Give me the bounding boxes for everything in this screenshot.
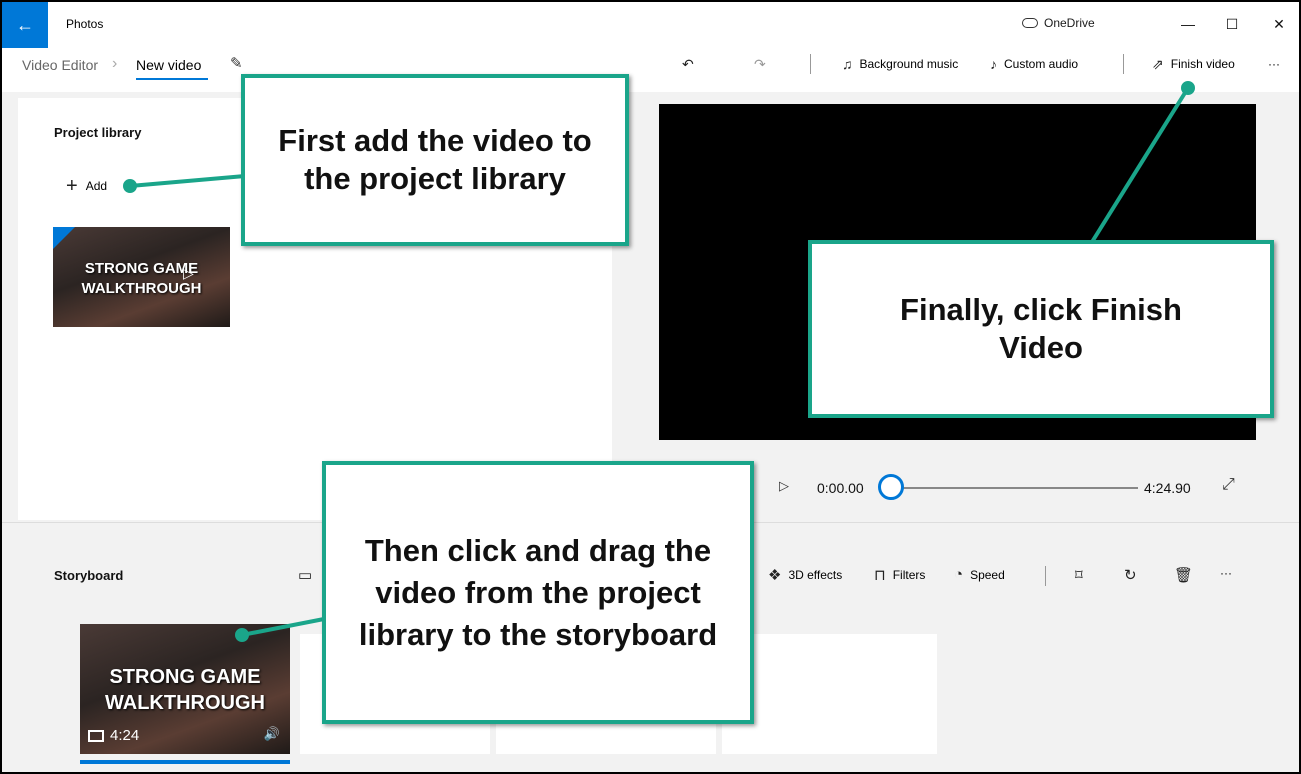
custom-audio-button[interactable]: ♪ Custom audio (990, 54, 1078, 74)
close-button[interactable]: ✕ (1264, 12, 1294, 36)
app-title: Photos (66, 17, 104, 31)
thumbnail-title-line1: STRONG GAME (84, 260, 199, 277)
redo-button[interactable]: ↷ (754, 54, 766, 74)
callout-drag-to-storyboard: Then click and drag the video from the p… (322, 461, 754, 724)
redo-icon: ↷ (754, 55, 766, 72)
back-arrow-icon: ← (16, 14, 34, 35)
breadcrumb-current: New video (136, 57, 202, 73)
seek-slider-handle[interactable] (878, 474, 904, 500)
current-time: 0:00.00 (817, 480, 864, 496)
volume-icon[interactable]: 🔊 (264, 726, 280, 742)
breadcrumb-separator: › (112, 55, 118, 72)
finish-video-button[interactable]: ⇗ Finish video (1152, 54, 1235, 74)
maximize-icon: ☐ (1225, 15, 1239, 32)
callout-drag-text: Then click and drag the video from the p… (358, 532, 718, 652)
storyboard-more-button[interactable]: ··· (1220, 566, 1232, 580)
breadcrumb-video-editor[interactable]: Video Editor (22, 57, 98, 73)
onedrive-button[interactable]: OneDrive (1022, 16, 1095, 30)
background-music-button[interactable]: ♫ Background music (842, 54, 958, 74)
speed-label: Speed (970, 567, 1005, 582)
more-options-button[interactable]: ··· (1268, 54, 1280, 74)
selected-corner-marker (53, 227, 75, 249)
3d-effects-label: 3D effects (788, 568, 843, 582)
plus-icon: + (66, 175, 78, 197)
clip-title-line1: STRONG GAME (109, 666, 261, 688)
clip-title-line2: WALKTHROUGH (105, 692, 265, 714)
film-icon (88, 729, 104, 742)
callout-add-to-library: First add the video to the project libra… (241, 74, 629, 246)
filters-button[interactable]: ⊓ Filters (874, 566, 925, 584)
more-icon: ··· (1268, 57, 1280, 71)
speed-icon: ◔ (954, 566, 964, 583)
speed-button[interactable]: ◔ Speed (954, 566, 1005, 583)
delete-button[interactable]: 🗑 (1174, 566, 1193, 584)
rotate-button[interactable]: ↻ (1124, 566, 1137, 584)
filters-icon: ⊓ (874, 567, 886, 584)
project-library-title: Project library (54, 125, 142, 140)
onedrive-label: OneDrive (1044, 16, 1095, 30)
photos-window: ← Photos OneDrive — ☐ ✕ Video Editor › N… (0, 0, 1301, 774)
storyboard-title: Storyboard (54, 568, 124, 583)
cloud-icon (1022, 18, 1038, 28)
toolbar-divider (810, 54, 811, 74)
title-card-icon: ▭ (298, 567, 313, 584)
music-note-icon: ♫ (842, 56, 853, 72)
library-video-thumbnail[interactable]: STRONG GAME WALKTHROUGH ▷ (53, 227, 230, 327)
crop-icon: ⌑ (1075, 567, 1083, 584)
add-button[interactable]: + Add (66, 175, 108, 197)
trash-icon: 🗑 (1174, 567, 1194, 584)
callout-finish-text: Finally, click Finish Video (900, 292, 1182, 365)
expand-icon[interactable]: ⤢ (1222, 476, 1235, 494)
add-label: Add (85, 179, 108, 193)
3d-effects-button[interactable]: ❖ 3D effects (768, 566, 842, 584)
storyboard-clip[interactable]: STRONG GAME WALKTHROUGH 4:24 🔊 (80, 624, 290, 754)
title-card-button[interactable]: ▭ (298, 566, 312, 584)
custom-audio-icon: ♪ (990, 56, 997, 72)
crop-button[interactable]: ⌑ (1075, 566, 1083, 584)
undo-icon: ↶ (682, 55, 694, 72)
rotate-icon: ↻ (1124, 567, 1137, 584)
breadcrumb-underline (136, 78, 208, 80)
clip-duration-label: 4:24 (110, 727, 140, 744)
close-icon: ✕ (1273, 15, 1285, 32)
callout-add-text: First add the video to the project libra… (278, 123, 592, 196)
clip-duration: 4:24 (88, 727, 139, 744)
pencil-icon[interactable]: ✎ (230, 54, 243, 72)
filters-label: Filters (892, 568, 926, 582)
minimize-button[interactable]: — (1173, 12, 1203, 36)
background-music-label: Background music (859, 57, 959, 71)
title-bar: ← Photos OneDrive — ☐ ✕ (2, 2, 1299, 48)
custom-audio-label: Custom audio (1004, 57, 1079, 71)
maximize-button[interactable]: ☐ (1217, 12, 1247, 36)
minimize-icon: — (1181, 16, 1195, 32)
toolbar-divider (1123, 54, 1124, 74)
seek-track[interactable] (890, 487, 1138, 489)
storyboard-empty-slot[interactable] (722, 634, 937, 754)
finish-video-label: Finish video (1170, 57, 1235, 71)
share-export-icon: ⇗ (1152, 55, 1164, 72)
callout-finish-video: Finally, click Finish Video (808, 240, 1274, 418)
back-button[interactable]: ← (2, 2, 48, 48)
more-icon: ··· (1220, 566, 1232, 580)
undo-button[interactable]: ↶ (682, 54, 694, 74)
thumbnail-title-line2: WALKTHROUGH (81, 280, 202, 297)
storyboard-divider (1045, 566, 1046, 586)
play-icon[interactable]: ▷ (779, 478, 789, 494)
total-time: 4:24.90 (1144, 480, 1191, 496)
3d-effects-icon: ❖ (768, 567, 782, 584)
clip-selected-underline (80, 760, 290, 764)
play-icon: ▷ (183, 265, 194, 281)
